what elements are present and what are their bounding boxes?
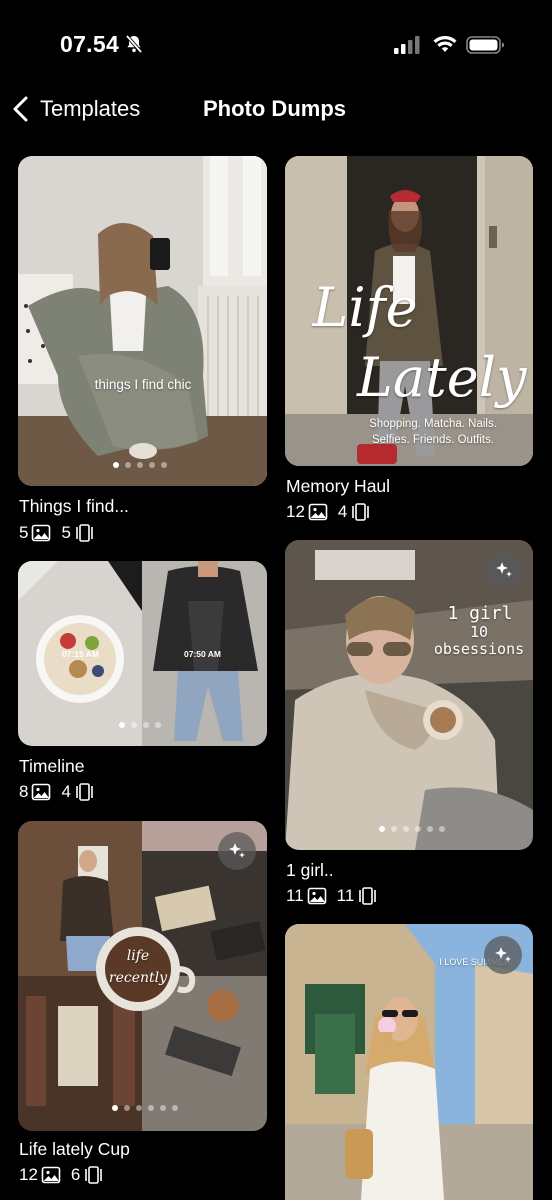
overlay-caption-2: Selfies. Friends. Outfits. [371, 434, 495, 446]
template-stats: 5 5 [19, 523, 104, 543]
template-title: Memory Haul [286, 476, 391, 496]
photo-icon [41, 1166, 61, 1184]
template-card[interactable]: I LOVE SUMMER [285, 924, 533, 1200]
time-stamp: 07:50 AM [184, 649, 222, 659]
template-card[interactable]: Life Lately Shopping. Matcha. Nails. Sel… [285, 156, 533, 526]
status-time: 07.54 [60, 31, 120, 57]
magic-button[interactable] [484, 936, 522, 974]
slides-icon [350, 503, 370, 521]
wifi-icon [433, 34, 457, 54]
page-indicator [379, 826, 445, 832]
template-thumbnail[interactable]: Life Lately Shopping. Matcha. Nails. Sel… [285, 156, 533, 466]
slide-count: 11 [336, 886, 355, 905]
template-thumbnail[interactable]: things I find chic [18, 156, 267, 486]
photo-count: 5 [19, 523, 29, 542]
time-stamp: 07:15 AM [62, 649, 100, 659]
template-stats: 12 6 [19, 1165, 113, 1185]
photo-icon [31, 783, 51, 801]
photo-count: 8 [19, 782, 29, 801]
template-thumbnail[interactable]: 07:15 AM 07:50 AM [18, 561, 267, 746]
slide-count: 5 [61, 523, 71, 542]
back-button[interactable]: Templates [10, 92, 140, 126]
slide-count: 6 [70, 1165, 81, 1184]
slides-icon [74, 524, 94, 542]
page-indicator [112, 1105, 178, 1111]
template-thumbnail[interactable]: I LOVE SUMMER [285, 924, 533, 1200]
slide-count: 4 [61, 782, 71, 801]
photo-icon [308, 503, 328, 521]
back-label: Templates [40, 96, 141, 121]
template-title: Things I find... [19, 496, 129, 516]
bell-off-icon [124, 34, 144, 54]
photo-icon [31, 524, 51, 542]
magic-button[interactable] [485, 551, 523, 589]
slides-icon [83, 1166, 103, 1184]
overlay-caption: things I find chic [94, 377, 192, 392]
slides-icon [357, 887, 377, 905]
overlay-line-1: 1 girl [447, 603, 513, 624]
photo-count: 11 [286, 886, 304, 905]
template-stats: 12 4 [286, 502, 380, 522]
overlay-line-1: life [126, 948, 150, 964]
template-title: Life lately Cup [19, 1139, 130, 1159]
photo-icon [307, 887, 327, 905]
photo-count: 12 [19, 1165, 38, 1184]
overlay-line-2: 10 obsessions [433, 623, 525, 658]
overlay-title-2: Lately [357, 346, 527, 409]
template-thumbnail[interactable]: life recently [18, 821, 267, 1131]
sparkle-icon [229, 843, 245, 858]
magic-button[interactable] [218, 832, 256, 870]
slide-count: 4 [337, 502, 348, 521]
signal-icon [394, 36, 422, 54]
battery-icon [466, 35, 506, 55]
template-card[interactable]: 1 girl 10 obsessions 1 girl.. 11 11 [285, 540, 533, 910]
page-title: Photo Dumps [203, 96, 346, 121]
template-card[interactable]: life recently Life lately Cup 12 6 [18, 821, 267, 1191]
template-stats: 8 4 [19, 782, 104, 802]
photo-image [18, 561, 267, 746]
template-thumbnail[interactable]: 1 girl 10 obsessions [285, 540, 533, 850]
template-title: Timeline [19, 756, 85, 776]
template-title: 1 girl.. [286, 860, 334, 880]
overlay-caption-1: Shopping. Matcha. Nails. [369, 418, 497, 430]
overlay-line-2: recently [108, 970, 168, 986]
status-bar: 07.54 [0, 0, 552, 80]
sparkle-icon [496, 562, 512, 577]
overlay-title-1: Life [312, 276, 418, 339]
page-indicator [113, 462, 167, 468]
template-card[interactable]: 07:15 AM 07:50 AM Timeline 8 4 [18, 561, 267, 806]
chevron-left-icon [13, 96, 28, 122]
slides-icon [74, 783, 94, 801]
photo-count: 12 [286, 502, 305, 521]
template-card[interactable]: things I find chic Things I find... 5 5 [18, 156, 267, 546]
photo-image [18, 156, 267, 486]
template-stats: 11 11 [286, 886, 387, 906]
sparkle-icon [495, 947, 511, 962]
page-indicator [119, 722, 161, 728]
nav-bar: Templates Photo Dumps [0, 84, 552, 132]
